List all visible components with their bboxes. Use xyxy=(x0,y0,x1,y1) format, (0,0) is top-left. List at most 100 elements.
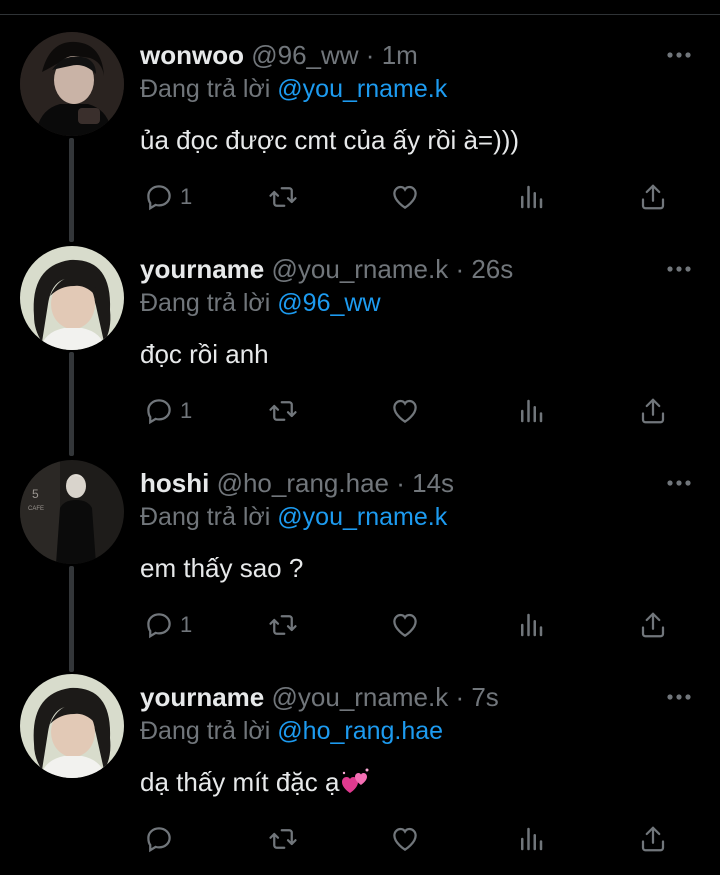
retweet-button[interactable] xyxy=(268,180,298,214)
tweet[interactable]: yourname @you_rname.k · 7s Đang trả lời … xyxy=(0,674,720,875)
replying-to: Đang trả lời @ho_rang.hae xyxy=(140,716,443,746)
tweet-actions: 1 xyxy=(140,608,680,642)
svg-text:5: 5 xyxy=(32,487,39,501)
tweet-text: ủa đọc được cmt của ấy rồi à=))) xyxy=(140,125,520,155)
timestamp[interactable]: 7s xyxy=(471,682,498,712)
heart-icon xyxy=(393,399,417,423)
reply-icon xyxy=(147,827,171,853)
avatar-photo xyxy=(20,32,124,136)
avatar-photo: 5 CAFE xyxy=(20,460,124,564)
tweet[interactable]: 5 CAFE hoshi @ho_rang.hae · 14s Đang trả… xyxy=(0,460,720,674)
reply-icon xyxy=(147,613,171,639)
analytics-button[interactable] xyxy=(516,608,546,642)
tweet-header: yourname @you_rname.k · 7s xyxy=(140,682,499,712)
reply-button[interactable] xyxy=(144,822,180,856)
display-name[interactable]: hoshi xyxy=(140,468,209,498)
replying-to-label: Đang trả lời xyxy=(140,289,271,317)
reply-button[interactable]: 1 xyxy=(144,394,192,428)
tweet-actions: 1 xyxy=(140,394,680,428)
replying-to-label: Đang trả lời xyxy=(140,717,271,745)
analytics-icon xyxy=(521,827,543,851)
timestamp[interactable]: 14s xyxy=(412,468,454,498)
reply-button[interactable]: 1 xyxy=(144,180,192,214)
reply-count: 1 xyxy=(180,398,193,423)
analytics-icon xyxy=(521,185,543,209)
reply-icon xyxy=(147,185,171,211)
share-button[interactable] xyxy=(638,180,668,214)
tweet-header: hoshi @ho_rang.hae · 14s xyxy=(140,468,454,498)
heart-icon xyxy=(393,613,417,637)
like-button[interactable] xyxy=(390,394,420,428)
avatar[interactable] xyxy=(20,246,124,350)
tweet[interactable]: yourname @you_rname.k · 26s Đang trả lời… xyxy=(0,246,720,460)
more-icon[interactable] xyxy=(666,50,692,60)
mention-link[interactable]: @you_rname.k xyxy=(277,75,447,103)
mention-link[interactable]: @you_rname.k xyxy=(277,503,447,531)
share-icon xyxy=(641,612,665,638)
avatar[interactable] xyxy=(20,674,124,778)
share-icon xyxy=(641,184,665,210)
analytics-icon xyxy=(521,613,543,637)
tweet-header: wonwoo @96_ww · 1m xyxy=(140,40,418,70)
heart-icon xyxy=(393,827,417,851)
timestamp[interactable]: 1m xyxy=(382,40,418,70)
like-button[interactable] xyxy=(390,822,420,856)
retweet-icon xyxy=(269,401,297,421)
share-button[interactable] xyxy=(638,394,668,428)
analytics-button[interactable] xyxy=(516,394,546,428)
display-name[interactable]: wonwoo xyxy=(140,40,244,70)
mention-link[interactable]: @96_ww xyxy=(277,289,380,317)
mention-link[interactable]: @ho_rang.hae xyxy=(277,717,443,745)
replying-to: Đang trả lời @96_ww xyxy=(140,288,381,318)
avatar[interactable]: 5 CAFE xyxy=(20,460,124,564)
more-icon[interactable] xyxy=(666,264,692,274)
avatar-photo xyxy=(20,674,124,778)
share-button[interactable] xyxy=(638,822,668,856)
user-handle[interactable]: @you_rname.k xyxy=(272,254,449,284)
share-button[interactable] xyxy=(638,608,668,642)
avatar[interactable] xyxy=(20,32,124,136)
display-name[interactable]: yourname xyxy=(140,254,264,284)
analytics-button[interactable] xyxy=(516,822,546,856)
more-icon[interactable] xyxy=(666,478,692,488)
retweet-icon xyxy=(269,615,297,635)
reply-icon xyxy=(147,399,171,425)
tweet-text: đọc rồi anh xyxy=(140,339,269,369)
separator-dot: · xyxy=(396,468,405,498)
user-handle[interactable]: @ho_rang.hae xyxy=(217,468,389,498)
separator-dot: · xyxy=(365,40,375,70)
like-button[interactable] xyxy=(390,608,420,642)
analytics-icon xyxy=(521,399,543,423)
tweet-text: dạ thấy mít đặc ạ xyxy=(140,766,371,802)
reply-count: 1 xyxy=(180,184,193,209)
top-divider xyxy=(0,14,720,15)
replying-to-label: Đang trả lời xyxy=(140,503,271,531)
analytics-button[interactable] xyxy=(516,180,546,214)
replying-to: Đang trả lời @you_rname.k xyxy=(140,502,447,532)
svg-text:CAFE: CAFE xyxy=(28,506,44,512)
tweet-text-content: dạ thấy mít đặc ạ xyxy=(140,767,340,797)
user-handle[interactable]: @96_ww xyxy=(251,40,358,70)
more-icon[interactable] xyxy=(666,692,692,702)
tweet-text: em thấy sao ? xyxy=(140,553,304,583)
like-button[interactable] xyxy=(390,180,420,214)
heart-icon xyxy=(393,185,417,209)
user-handle[interactable]: @you_rname.k xyxy=(272,682,449,712)
share-icon xyxy=(641,826,665,852)
share-icon xyxy=(641,398,665,424)
replying-to-label: Đang trả lời xyxy=(140,75,271,103)
retweet-button[interactable] xyxy=(268,822,298,856)
separator-dot: · xyxy=(455,682,465,712)
tweet-actions xyxy=(140,822,680,856)
replying-to: Đang trả lời @you_rname.k xyxy=(140,74,447,104)
retweet-button[interactable] xyxy=(268,608,298,642)
tweet[interactable]: wonwoo @96_ww · 1m Đang trả lời @you_rna… xyxy=(0,32,720,246)
display-name[interactable]: yourname xyxy=(140,682,264,712)
reply-count: 1 xyxy=(180,612,193,637)
two-hearts-emoji xyxy=(341,767,371,802)
timestamp[interactable]: 26s xyxy=(471,254,513,284)
reply-button[interactable]: 1 xyxy=(144,608,192,642)
retweet-button[interactable] xyxy=(268,394,298,428)
tweet-header: yourname @you_rname.k · 26s xyxy=(140,254,513,284)
retweet-icon xyxy=(269,829,297,849)
